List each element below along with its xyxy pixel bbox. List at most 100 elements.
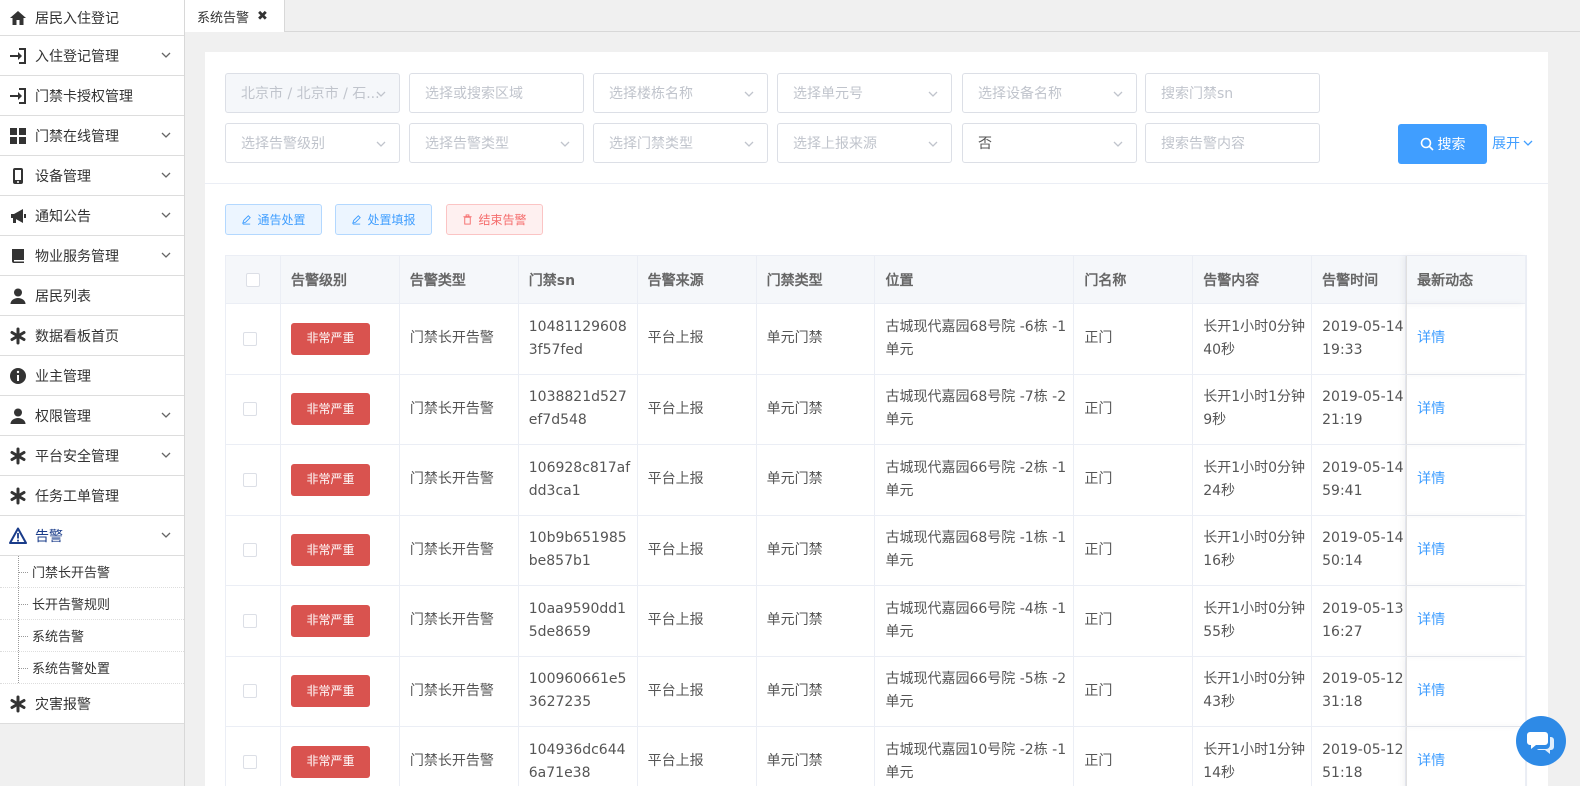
alarm-level-select[interactable]: 选择告警级别 <box>225 123 400 163</box>
alarm-submenu: 门禁长开告警 长开告警规则 系统告警 系统告警处置 <box>0 556 184 684</box>
sidebar-item-label: 通知公告 <box>35 208 91 225</box>
close-icon[interactable]: ✖ <box>257 9 268 24</box>
time-cell: 2019-05-12 13 51:18 <box>1312 727 1407 786</box>
unit-select[interactable]: 选择单元号 <box>777 73 952 113</box>
row-checkbox[interactable] <box>242 543 257 558</box>
sidebar-item-13[interactable]: 告警 <box>0 516 184 556</box>
row-checkbox[interactable] <box>242 613 257 628</box>
sidebar-item-2[interactable]: 门禁卡授权管理 <box>0 76 184 116</box>
search-button[interactable]: 搜索 <box>1398 124 1487 164</box>
handled-select[interactable]: 否 <box>962 123 1137 163</box>
table-row[interactable]: 非常严重 门禁长开告警 104811296083f57fed 平台上报 单元门禁 古城现代… <box>226 304 1526 375</box>
location-cell: 古城现代嘉园68号院 -7栋 -2单元 <box>875 374 1075 444</box>
alarm-type-select[interactable]: 选择告警类型 <box>409 123 584 163</box>
location-text: 古城现代嘉园66号院 -5栋 -2单元 <box>885 671 1067 711</box>
area-select[interactable]: 选择或搜索区域 <box>409 73 584 113</box>
content-cell: 长开1小时1分钟14秒 <box>1193 727 1313 786</box>
sidebar-item-3[interactable]: 门禁在线管理 <box>0 116 184 156</box>
sidebar-item-6[interactable]: 物业服务管理 <box>0 236 184 276</box>
level-cell: 非常严重 <box>281 374 400 444</box>
row-checkbox[interactable] <box>242 684 257 699</box>
sidebar-item-4[interactable]: 设备管理 <box>0 156 184 196</box>
column-header[interactable]: 告警级别 <box>281 256 400 304</box>
area-placeholder: 选择或搜索区域 <box>425 86 523 102</box>
table-row[interactable]: 非常严重 门禁长开告警 1038821d527ef7d548 平台上报 单元门禁 古城现代… <box>226 374 1526 445</box>
detail-link[interactable]: 详情 <box>1417 750 1445 773</box>
detail-link[interactable]: 详情 <box>1417 539 1445 562</box>
select-all-checkbox[interactable] <box>245 273 260 287</box>
detail-link[interactable]: 详情 <box>1417 609 1445 632</box>
tab-system-alarm[interactable]: 系统告警 ✖ <box>185 0 285 32</box>
action-cell: 详情 <box>1406 304 1526 374</box>
column-header[interactable]: 告警类型 <box>400 256 519 304</box>
severity-badge: 非常严重 <box>290 745 370 778</box>
detail-link[interactable]: 详情 <box>1417 327 1445 350</box>
column-header[interactable]: 最新动态 <box>1406 256 1526 304</box>
submenu-item-0[interactable]: 门禁长开告警 <box>0 556 184 588</box>
level-cell: 非常严重 <box>281 445 400 515</box>
sidebar-item-disaster-alarm[interactable]: 灾害报警 <box>0 684 184 724</box>
device-select[interactable]: 选择设备名称 <box>962 73 1137 113</box>
sidebar-item-7[interactable]: 居民列表 <box>0 276 184 316</box>
level-cell: 非常严重 <box>281 656 400 726</box>
submenu-item-1[interactable]: 长开告警规则 <box>0 588 184 620</box>
asterisk-icon <box>8 446 28 466</box>
region-cascader[interactable]: 北京市 / 北京市 / 石... <box>225 73 400 113</box>
table-row[interactable]: 非常严重 门禁长开告警 100960661e53627235 平台上报 单元门禁 古城现代… <box>226 656 1526 727</box>
detail-link[interactable]: 详情 <box>1417 468 1445 491</box>
sidebar-item-label: 物业服务管理 <box>35 248 119 265</box>
table-row[interactable]: 非常严重 门禁长开告警 10aa9590dd15de8659 平台上报 单元门禁 古城现代… <box>226 586 1526 657</box>
row-checkbox[interactable] <box>242 472 257 487</box>
type-cell: 门禁长开告警 <box>400 374 519 444</box>
sidebar-item-9[interactable]: 业主管理 <box>0 356 184 396</box>
level-cell: 非常严重 <box>281 586 400 656</box>
sidebar-item-12[interactable]: 任务工单管理 <box>0 476 184 516</box>
handle-report-button[interactable]: 处置填报 <box>335 204 432 235</box>
content-text: 长开1小时1分钟9秒 <box>1203 389 1306 429</box>
detail-link[interactable]: 详情 <box>1417 398 1445 421</box>
column-header[interactable]: 告警时间 <box>1312 256 1407 304</box>
sidebar-item-5[interactable]: 通知公告 <box>0 196 184 236</box>
chat-button[interactable] <box>1516 716 1566 766</box>
type-cell: 门禁长开告警 <box>400 586 519 656</box>
expand-filters-link[interactable]: 展开 <box>1492 133 1534 153</box>
column-header[interactable]: 位置 <box>875 256 1075 304</box>
door-type-select[interactable]: 选择门禁类型 <box>593 123 768 163</box>
unit-placeholder: 选择单元号 <box>793 86 863 102</box>
sidebar-item-11[interactable]: 平台安全管理 <box>0 436 184 476</box>
warning-icon <box>8 526 28 546</box>
table-row[interactable]: 非常严重 门禁长开告警 104936dc6446a71e38 平台上报 单元门禁 古城现代… <box>226 727 1526 786</box>
location-text: 古城现代嘉园68号院 -7栋 -2单元 <box>885 389 1067 429</box>
column-header[interactable]: 门禁类型 <box>757 256 876 304</box>
chevron-down-icon <box>161 532 171 538</box>
door-sn-input[interactable]: 搜索门禁sn <box>1145 73 1320 113</box>
sidebar-item-8[interactable]: 数据看板首页 <box>0 316 184 356</box>
user-icon <box>8 286 28 306</box>
sidebar-item-0[interactable]: 居民入住登记 <box>0 0 184 36</box>
row-checkbox[interactable] <box>242 331 257 346</box>
end-alarm-button[interactable]: 结束告警 <box>446 204 543 235</box>
severity-badge: 非常严重 <box>290 393 370 426</box>
alarm-content-input[interactable]: 搜索告警内容 <box>1145 123 1320 163</box>
column-header[interactable]: 门名称 <box>1074 256 1194 304</box>
column-header[interactable]: 门禁sn <box>519 256 638 304</box>
submenu-item-3[interactable]: 系统告警处置 <box>0 652 184 684</box>
column-header[interactable]: 告警内容 <box>1193 256 1313 304</box>
building-select[interactable]: 选择楼栋名称 <box>593 73 768 113</box>
table-row[interactable]: 非常严重 门禁长开告警 106928c817afdd3ca1 平台上报 单元门禁 古城现代… <box>226 445 1526 516</box>
time-clock: 21:19 <box>1322 412 1363 429</box>
row-checkbox[interactable] <box>242 754 257 769</box>
detail-link[interactable]: 详情 <box>1417 680 1445 703</box>
bullhorn-icon <box>8 206 28 226</box>
row-checkbox[interactable] <box>242 402 257 417</box>
table-row[interactable]: 非常严重 门禁长开告警 10b9b651985be857b1 平台上报 单元门禁 古城现代… <box>226 515 1526 586</box>
door-type-cell: 单元门禁 <box>757 727 876 786</box>
sidebar-item-10[interactable]: 权限管理 <box>0 396 184 436</box>
source-cell: 平台上报 <box>638 304 757 374</box>
notice-handle-button[interactable]: 通告处置 <box>225 204 322 235</box>
submenu-item-2[interactable]: 系统告警 <box>0 620 184 652</box>
asterisk-icon <box>8 694 28 714</box>
sidebar-item-1[interactable]: 入住登记管理 <box>0 36 184 76</box>
report-source-select[interactable]: 选择上报来源 <box>777 123 952 163</box>
column-header[interactable]: 告警来源 <box>638 256 757 304</box>
